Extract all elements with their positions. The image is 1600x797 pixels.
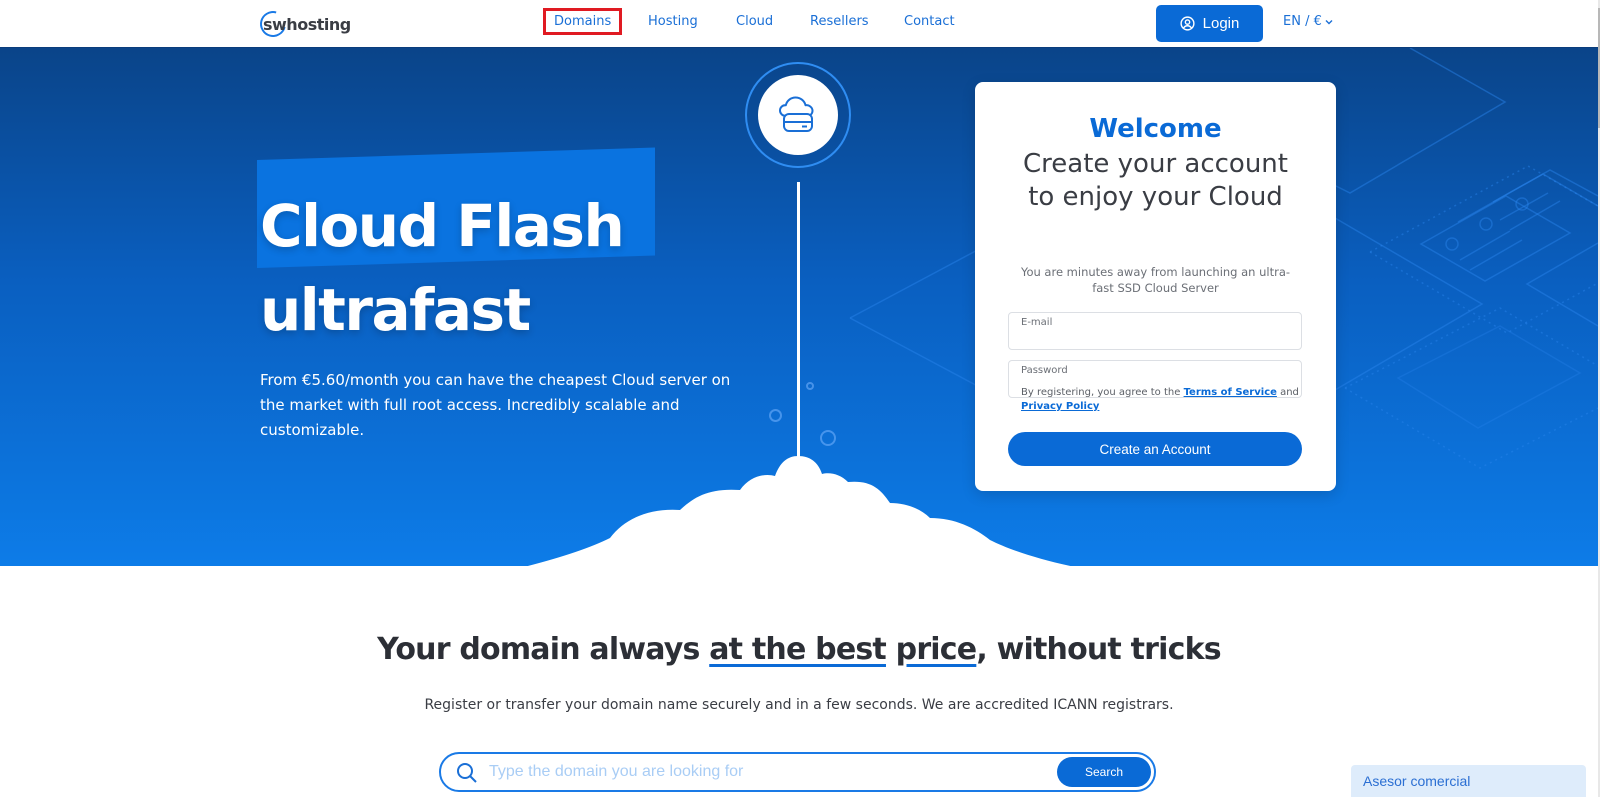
domain-section-title: Your domain always at the best price, wi… — [0, 632, 1598, 667]
domain-search-bar: Search — [439, 752, 1156, 792]
password-label: Password — [1021, 365, 1068, 376]
signup-heading-line2: to enjoy your Cloud — [1028, 182, 1283, 212]
domain-title-after: , without tricks — [976, 632, 1221, 667]
domain-search-input[interactable] — [489, 760, 1049, 784]
top-header: swhosting Domains Hosting Cloud Reseller… — [0, 0, 1598, 48]
login-button[interactable]: Login — [1156, 5, 1263, 42]
main-nav: Domains Hosting Cloud Resellers Contact — [0, 0, 1598, 48]
signup-heading: Create your account to enjoy your Cloud — [975, 148, 1336, 214]
hero-title: Cloud Flash ultrafast — [260, 184, 625, 352]
hero-title-line1: Cloud Flash — [260, 192, 625, 260]
domain-title-space — [886, 632, 896, 667]
terms-prefix: By registering, you agree to the — [1021, 387, 1184, 398]
email-label: E-mail — [1021, 317, 1053, 328]
nav-item-domains[interactable]: Domains — [542, 8, 623, 35]
domain-title-before: Your domain always — [377, 632, 710, 667]
terms-of-service-link[interactable]: Terms of Service — [1184, 387, 1277, 398]
email-field[interactable]: E-mail — [1008, 312, 1302, 350]
signup-description: You are minutes away from launching an u… — [1020, 265, 1291, 295]
privacy-policy-link[interactable]: Privacy Policy — [1021, 401, 1099, 412]
bubble — [769, 409, 782, 422]
domain-title-underline-2: price — [895, 632, 977, 667]
user-circle-icon — [1180, 16, 1195, 31]
welcome-heading: Welcome — [1089, 114, 1222, 144]
hero-section: Cloud Flash ultrafast From €5.60/month y… — [0, 48, 1598, 566]
bubble — [806, 382, 814, 390]
nav-item-resellers[interactable]: Resellers — [810, 14, 869, 29]
domain-section-subtitle: Register or transfer your domain name se… — [424, 697, 1174, 713]
bubble — [820, 430, 836, 446]
nav-item-contact[interactable]: Contact — [904, 14, 955, 29]
domain-title-underline-1: at the best — [709, 632, 887, 667]
icon-circle — [758, 75, 838, 155]
nav-item-hosting[interactable]: Hosting — [648, 14, 698, 29]
domain-search-button[interactable]: Search — [1057, 757, 1151, 787]
lang-label: EN / € — [1283, 14, 1322, 29]
cloud-server-icon — [779, 96, 814, 132]
signup-heading-line1: Create your account — [1023, 149, 1288, 179]
nav-item-cloud[interactable]: Cloud — [736, 14, 773, 29]
chevron-down-icon — [1325, 19, 1333, 24]
terms-notice: By registering, you agree to the Terms o… — [1021, 386, 1301, 414]
language-currency-selector[interactable]: EN / € — [1283, 14, 1333, 29]
sales-chat-widget[interactable]: Asesor comercial — [1351, 765, 1586, 797]
login-label: Login — [1202, 15, 1240, 32]
hero-title-line2: ultrafast — [260, 276, 531, 344]
search-icon — [457, 763, 477, 783]
signup-card: Welcome Create your account to enjoy you… — [975, 82, 1336, 491]
cloud-shape — [527, 456, 1071, 566]
email-input[interactable] — [1021, 332, 1291, 346]
terms-and: and — [1276, 387, 1299, 398]
hero-subtitle: From €5.60/month you can have the cheape… — [260, 371, 731, 439]
create-account-button[interactable]: Create an Account — [1008, 432, 1302, 466]
